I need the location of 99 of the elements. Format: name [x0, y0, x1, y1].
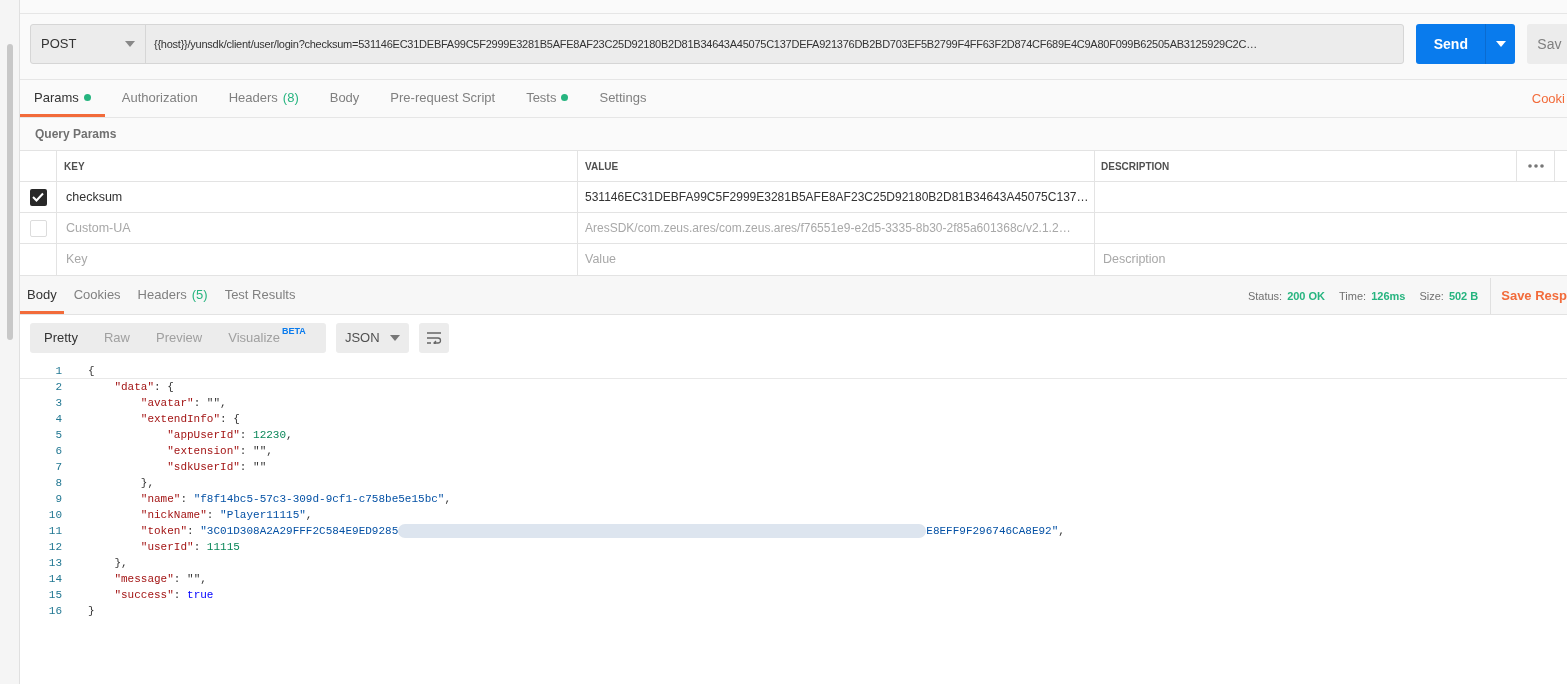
code-token: "extendInfo" — [140, 413, 221, 425]
code-token: }, — [140, 477, 154, 489]
code-token: : — [180, 493, 189, 505]
line-number: 11 — [47, 524, 62, 539]
code-token: 11115 — [206, 541, 240, 553]
status-label: Size: — [1419, 288, 1444, 304]
request-tab[interactable]: Pre-request Script — [376, 81, 510, 117]
line-number: 16 — [47, 604, 62, 619]
code-token: : — [193, 541, 202, 553]
status-value: 200 OK — [1287, 288, 1326, 304]
request-tab[interactable]: Authorization — [107, 81, 212, 117]
value-field[interactable]: Value — [585, 250, 617, 269]
checkbox[interactable] — [29, 219, 47, 237]
column-header: DESCRIPTION — [1101, 159, 1170, 174]
code-token: : "", — [193, 397, 227, 409]
save-button[interactable]: Sav — [1527, 24, 1567, 64]
view-mode-tab[interactable]: Raw — [93, 323, 140, 353]
param-value[interactable]: 531146EC31DEBFA99C5F2999E3281B5AFE8AF23C25D92180B2D81B34643A45075C137… — [585, 188, 1089, 206]
code-token: , — [286, 429, 293, 441]
request-tab[interactable]: Settings — [585, 81, 661, 117]
line-number: 9 — [54, 492, 62, 507]
scrollbar-thumb[interactable] — [6, 44, 13, 340]
code-token: "appUserId" — [167, 429, 240, 441]
code-token: "avatar" — [140, 397, 194, 409]
code-token: , — [1058, 525, 1065, 537]
code-token: "userId" — [140, 541, 194, 553]
code-token: } — [88, 605, 95, 617]
response-tab[interactable]: Headers (5) — [130, 278, 215, 314]
code-token: "3C01D308A2A29FFF2C584E9ED9285 — [200, 525, 399, 537]
line-number: 15 — [47, 588, 62, 603]
wrap-button[interactable] — [418, 323, 449, 353]
code-token: }, — [114, 557, 128, 569]
column-header: VALUE — [585, 159, 619, 174]
description-field[interactable]: Description — [1103, 250, 1166, 269]
code-token: : "" — [239, 461, 267, 473]
more-icon[interactable] — [1527, 164, 1544, 168]
line-number: 2 — [54, 380, 62, 395]
code-token: E8EFF9F296746CA8E92" — [926, 525, 1059, 537]
code-token: "success" — [114, 589, 174, 601]
line-number: 3 — [54, 396, 62, 411]
code-token: : — [206, 509, 215, 521]
line-number: 8 — [54, 476, 62, 491]
param-value[interactable]: AresSDK/com.zeus.ares/com.zeus.ares/f76551e9-e2d5-3335-8b30-2f85a601368c/v2.1.2… — [585, 219, 1071, 237]
key-field[interactable]: Key — [66, 250, 88, 269]
code-token: "data" — [114, 381, 154, 393]
code-token: : "", — [173, 573, 207, 585]
code-token: "message" — [114, 573, 174, 585]
status-value: 502 B — [1448, 288, 1479, 304]
line-number: 10 — [47, 508, 62, 523]
save-response-link[interactable]: Save Resp — [1501, 286, 1567, 306]
view-mode-tab[interactable]: Visualize$^{BETA}$ — [218, 323, 316, 353]
line-number: 5 — [54, 428, 62, 443]
status-value: 126ms — [1371, 288, 1406, 304]
line-number: 12 — [47, 540, 62, 555]
request-tab[interactable]: Params — [20, 81, 105, 117]
format-select[interactable]: JSON — [335, 323, 409, 353]
line-number: 4 — [54, 412, 62, 427]
cookies-link[interactable]: Cooki — [1531, 81, 1565, 117]
status-label: Time: — [1339, 288, 1367, 304]
param-key[interactable]: checksum — [66, 187, 123, 207]
code-token: "f8f14bc5-57c3-309d-9cf1-c758be5e15bc" — [193, 493, 445, 505]
code-token: : — [187, 525, 195, 537]
code-token: : "", — [239, 445, 273, 457]
code-token: : — [239, 429, 248, 441]
code-token: , — [444, 493, 452, 505]
send-button[interactable]: Send — [1416, 24, 1516, 64]
code-token: { — [88, 365, 95, 377]
code-token: "token" — [140, 525, 188, 537]
view-mode-tab[interactable]: Preview — [146, 323, 213, 353]
line-number: 6 — [54, 444, 62, 459]
code-token: "Player11115" — [220, 509, 306, 521]
code-token: , — [305, 509, 313, 521]
column-header: KEY — [64, 159, 85, 174]
line-number: 7 — [54, 460, 62, 475]
request-tab[interactable]: Body — [315, 81, 374, 117]
line-number: 14 — [47, 572, 62, 587]
code-token: "sdkUserId" — [167, 461, 240, 473]
section-title: Query Params — [35, 126, 117, 143]
code-token: : — [173, 589, 182, 601]
view-mode-tab[interactable]: Pretty — [34, 323, 88, 353]
status-label: Status: — [1247, 288, 1283, 304]
caret-icon — [389, 335, 400, 341]
request-tab[interactable]: Headers (8) — [214, 81, 313, 117]
caret-icon — [1495, 41, 1506, 47]
line-number: 1 — [54, 364, 62, 378]
code-token: "name" — [140, 493, 181, 505]
code-token: "extension" — [167, 445, 240, 457]
code-token: true — [187, 589, 214, 601]
response-tab[interactable]: Test Results — [217, 278, 303, 314]
code-token: "nickName" — [140, 509, 207, 521]
response-tab[interactable]: Cookies — [66, 278, 128, 314]
param-key[interactable]: Custom-UA — [66, 218, 131, 238]
request-tab[interactable]: Tests — [512, 81, 583, 117]
wrap-icon — [425, 332, 442, 344]
code-token: 12230 — [253, 429, 287, 441]
line-number: 13 — [47, 556, 62, 571]
code-token: : { — [220, 413, 240, 425]
checkbox[interactable] — [29, 188, 47, 206]
code-token: : { — [154, 381, 174, 393]
